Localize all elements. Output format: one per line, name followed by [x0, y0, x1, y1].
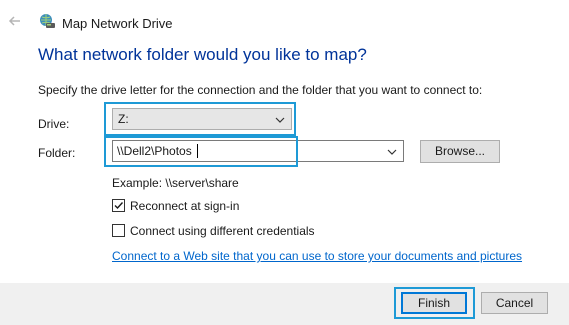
- folder-highlight-box: [104, 136, 298, 167]
- browse-button[interactable]: Browse...: [420, 140, 500, 163]
- different-credentials-label[interactable]: Connect using different credentials: [130, 224, 315, 238]
- drive-highlight-box: [104, 102, 296, 136]
- page-heading: What network folder would you like to ma…: [38, 45, 367, 64]
- checkmark-icon: [114, 202, 124, 210]
- network-drive-icon: [38, 12, 56, 30]
- reconnect-checkbox[interactable]: [112, 199, 125, 212]
- back-arrow-icon[interactable]: [8, 14, 22, 28]
- web-site-link[interactable]: Connect to a Web site that you can use t…: [112, 249, 522, 263]
- instruction-text: Specify the drive letter for the connect…: [38, 83, 483, 97]
- example-text: Example: \\server\share: [112, 176, 239, 190]
- drive-label: Drive:: [38, 117, 70, 131]
- finish-highlight-box: [394, 287, 475, 319]
- window-title: Map Network Drive: [62, 16, 173, 31]
- folder-label: Folder:: [38, 146, 76, 160]
- cancel-button[interactable]: Cancel: [481, 292, 548, 314]
- chevron-down-icon[interactable]: [387, 146, 397, 156]
- reconnect-label[interactable]: Reconnect at sign-in: [130, 199, 239, 213]
- different-credentials-checkbox[interactable]: [112, 224, 125, 237]
